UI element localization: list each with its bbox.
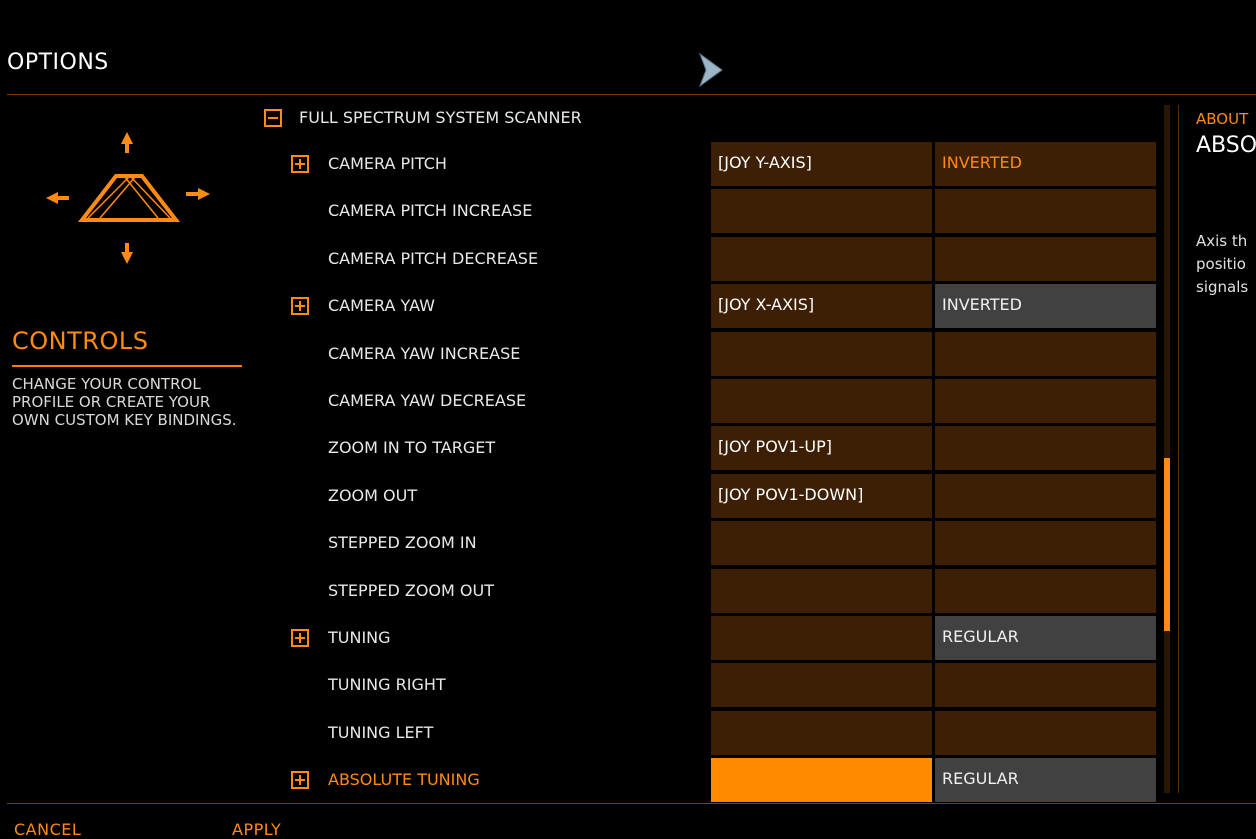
option-cell[interactable] [935, 426, 1156, 470]
binding-cell[interactable] [711, 711, 932, 755]
binding-row[interactable]: ABSOLUTE TUNING REGULAR [0, 758, 1160, 802]
binding-label: CAMERA PITCH DECREASE [328, 249, 539, 268]
option-cell[interactable]: INVERTED [935, 142, 1156, 186]
panel-divider [1178, 105, 1179, 793]
option-cell[interactable] [935, 711, 1156, 755]
option-cell[interactable] [935, 332, 1156, 376]
option-cell[interactable]: REGULAR [935, 758, 1156, 802]
option-cell[interactable] [935, 379, 1156, 423]
section-label: FULL SPECTRUM SYSTEM SCANNER [299, 108, 582, 127]
binding-row[interactable]: TUNING RIGHT [0, 663, 1160, 707]
footer-divider [7, 803, 1256, 804]
binding-label: TUNING LEFT [328, 723, 434, 742]
binding-label: ZOOM IN TO TARGET [328, 438, 496, 457]
option-cell[interactable] [935, 663, 1156, 707]
option-cell[interactable]: REGULAR [935, 616, 1156, 660]
expand-icon[interactable] [291, 771, 309, 789]
binding-label: STEPPED ZOOM OUT [328, 581, 494, 600]
option-cell[interactable] [935, 474, 1156, 518]
about-title: ABSO [1196, 133, 1256, 158]
binding-label: ZOOM OUT [328, 486, 418, 505]
binding-row[interactable]: TUNING LEFT [0, 711, 1160, 755]
expand-icon[interactable] [291, 629, 309, 647]
binding-cell[interactable]: [JOY POV1-UP] [711, 426, 932, 470]
binding-cell[interactable]: [JOY Y-AXIS] [711, 142, 932, 186]
binding-cell[interactable] [711, 521, 932, 565]
binding-row[interactable]: CAMERA YAW [JOY X-AXIS] INVERTED [0, 284, 1160, 328]
expand-icon[interactable] [291, 155, 309, 173]
binding-label: CAMERA YAW INCREASE [328, 344, 521, 363]
option-cell[interactable] [935, 521, 1156, 565]
about-text: Axis th positio signals [1196, 232, 1249, 296]
mouse-cursor-icon [698, 52, 723, 88]
binding-row[interactable]: CAMERA PITCH DECREASE [0, 237, 1160, 281]
about-label: ABOUT [1196, 110, 1249, 128]
binding-cell[interactable] [711, 758, 932, 802]
scrollbar-thumb[interactable] [1164, 458, 1170, 631]
binding-cell[interactable] [711, 189, 932, 233]
binding-cell[interactable] [711, 332, 932, 376]
binding-cell[interactable] [711, 379, 932, 423]
binding-row[interactable]: ZOOM IN TO TARGET [JOY POV1-UP] [0, 426, 1160, 470]
binding-cell[interactable]: [JOY X-AXIS] [711, 284, 932, 328]
binding-label: TUNING [328, 628, 391, 647]
binding-label: CAMERA YAW [328, 296, 435, 315]
binding-cell[interactable]: [JOY POV1-DOWN] [711, 474, 932, 518]
binding-row[interactable]: STEPPED ZOOM IN [0, 521, 1160, 565]
option-cell[interactable] [935, 237, 1156, 281]
binding-row[interactable]: ZOOM OUT [JOY POV1-DOWN] [0, 474, 1160, 518]
expand-icon[interactable] [291, 297, 309, 315]
option-cell[interactable] [935, 189, 1156, 233]
binding-label: ABSOLUTE TUNING [328, 770, 480, 789]
header-divider [7, 94, 1256, 95]
binding-row[interactable]: TUNING REGULAR [0, 616, 1160, 660]
binding-label: CAMERA PITCH [328, 154, 447, 173]
page-title: OPTIONS [7, 50, 109, 75]
binding-cell[interactable] [711, 616, 932, 660]
section-header[interactable]: FULL SPECTRUM SYSTEM SCANNER [0, 96, 700, 140]
option-cell[interactable]: INVERTED [935, 284, 1156, 328]
binding-cell[interactable] [711, 663, 932, 707]
binding-cell[interactable] [711, 237, 932, 281]
binding-row[interactable]: STEPPED ZOOM OUT [0, 569, 1160, 613]
binding-row[interactable]: CAMERA YAW DECREASE [0, 379, 1160, 423]
binding-row[interactable]: CAMERA PITCH INCREASE [0, 189, 1160, 233]
binding-label: STEPPED ZOOM IN [328, 533, 477, 552]
binding-label: CAMERA YAW DECREASE [328, 391, 527, 410]
binding-row[interactable]: CAMERA PITCH [JOY Y-AXIS] INVERTED [0, 142, 1160, 186]
binding-row[interactable]: CAMERA YAW INCREASE [0, 332, 1160, 376]
binding-label: CAMERA PITCH INCREASE [328, 201, 533, 220]
collapse-icon[interactable] [264, 109, 282, 127]
binding-cell[interactable] [711, 569, 932, 613]
option-cell[interactable] [935, 569, 1156, 613]
binding-label: TUNING RIGHT [328, 675, 446, 694]
scrollbar[interactable] [1164, 105, 1170, 793]
